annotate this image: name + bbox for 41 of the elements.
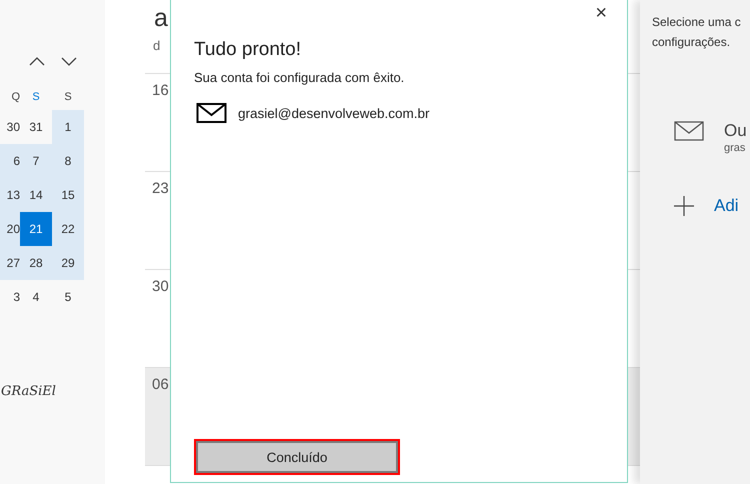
weekday-label: S bbox=[63, 90, 73, 105]
add-account-link[interactable]: Adi bbox=[714, 196, 739, 216]
calendar-day[interactable]: 28 bbox=[20, 246, 52, 280]
weekday-label: S bbox=[31, 90, 41, 105]
account-name[interactable]: Ou bbox=[724, 120, 747, 142]
day-number: 16 bbox=[152, 82, 169, 99]
close-button[interactable]: × bbox=[591, 2, 611, 25]
signature: GRaSiEl bbox=[0, 384, 57, 399]
dialog-title: Tudo pronto! bbox=[194, 39, 302, 61]
calendar-day[interactable]: 14 bbox=[20, 178, 52, 212]
calendar-day[interactable]: 1 bbox=[52, 110, 84, 144]
calendar-day[interactable]: 20 bbox=[0, 212, 20, 246]
hint-text: Selecione uma c bbox=[652, 14, 742, 31]
weekday-header: d bbox=[152, 37, 160, 53]
dialog-message: Sua conta foi configurada com êxito. bbox=[194, 70, 406, 85]
day-number: 23 bbox=[152, 180, 169, 197]
done-button[interactable]: Concluído bbox=[194, 439, 400, 475]
calendar-day[interactable]: 21 bbox=[20, 212, 52, 246]
calendar-day[interactable]: 4 bbox=[20, 280, 52, 314]
calendar-day[interactable]: 8 bbox=[52, 144, 84, 178]
mail-icon bbox=[196, 103, 227, 123]
account-email: grasiel@desenvolveweb.com.br bbox=[238, 106, 430, 120]
hint-text: configurações. bbox=[652, 34, 732, 51]
calendar-day[interactable]: 30 bbox=[0, 110, 20, 144]
weekday-label: Q bbox=[10, 90, 20, 105]
calendar-day[interactable]: 15 bbox=[52, 178, 84, 212]
account-email: gras bbox=[724, 142, 746, 154]
plus-icon bbox=[674, 196, 694, 216]
month-title: a bbox=[153, 3, 168, 34]
day-number: 06 bbox=[152, 376, 169, 393]
calendar-day[interactable]: 27 bbox=[0, 246, 20, 280]
mail-icon bbox=[674, 120, 704, 142]
calendar-day[interactable]: 13 bbox=[0, 178, 20, 212]
calendar-day[interactable]: 22 bbox=[52, 212, 84, 246]
calendar-day[interactable]: 5 bbox=[52, 280, 84, 314]
calendar-day[interactable]: 7 bbox=[20, 144, 52, 178]
calendar-day[interactable]: 31 bbox=[20, 110, 52, 144]
calendar-day[interactable]: 29 bbox=[52, 246, 84, 280]
day-number: 30 bbox=[152, 278, 169, 295]
calendar-day[interactable]: 6 bbox=[0, 144, 20, 178]
calendar-day[interactable]: 3 bbox=[0, 280, 20, 314]
